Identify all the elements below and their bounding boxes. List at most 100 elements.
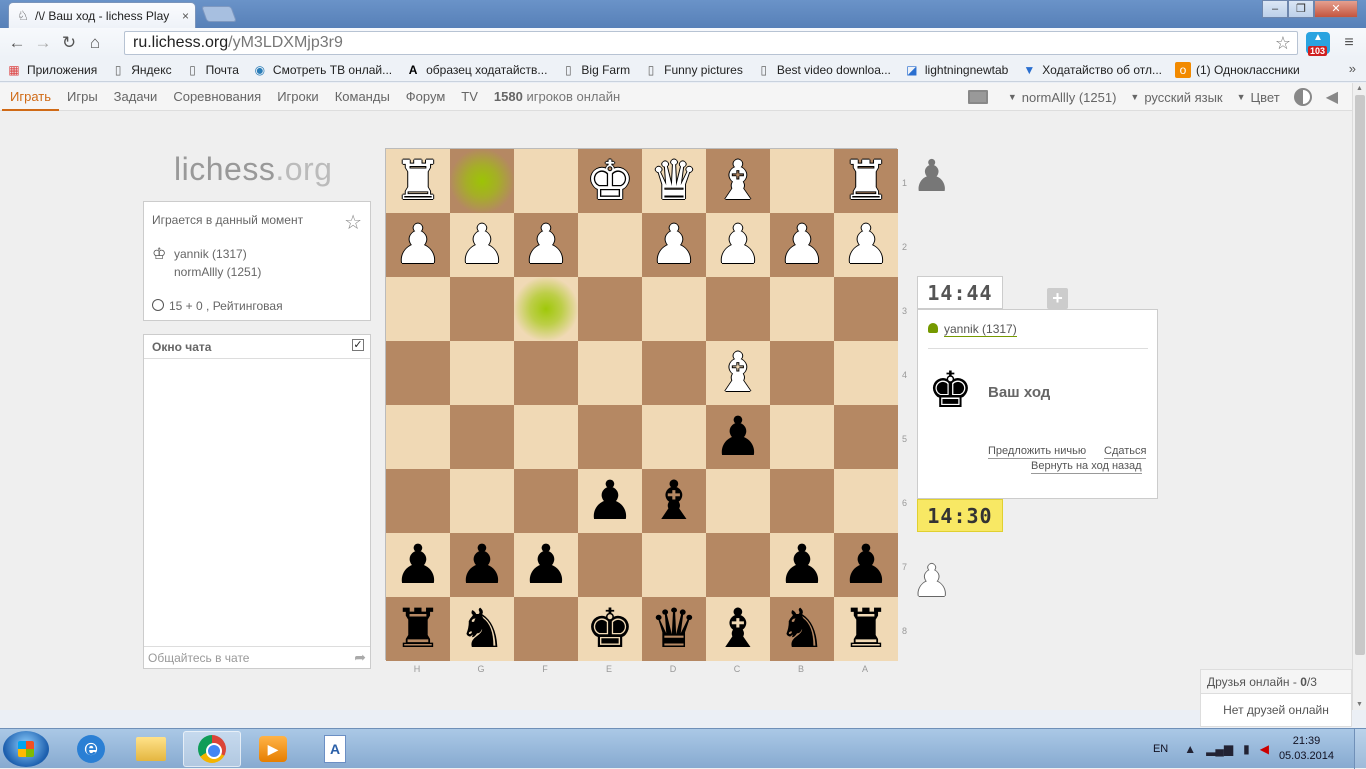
color-menu[interactable]: ▼ Цвет — [1237, 90, 1280, 105]
board-square[interactable] — [642, 341, 706, 405]
board-square[interactable] — [386, 341, 450, 405]
minimize-button[interactable]: – — [1262, 0, 1288, 18]
menu-icon[interactable]: ≡ — [1340, 34, 1358, 52]
board-square[interactable] — [578, 405, 642, 469]
chat-toggle-checkbox[interactable]: ✓ — [352, 339, 364, 351]
board-square[interactable] — [642, 533, 706, 597]
scroll-down-icon[interactable]: ▼ — [1356, 701, 1363, 708]
bookmark-mail[interactable]: ▯ Почта — [185, 62, 239, 78]
bookmark-tv[interactable]: ◉ Смотреть ТВ онлай... — [252, 62, 392, 78]
white-king-icon[interactable]: ♚ — [578, 149, 642, 213]
tray-arrow-icon[interactable]: ▲ — [1184, 742, 1196, 756]
volume-icon[interactable]: ◀ — [1260, 742, 1269, 756]
player-white[interactable]: yannik (1317) — [174, 247, 247, 261]
bookmark-yandex[interactable]: ▯ Яндекс — [110, 62, 172, 78]
white-pawn-icon[interactable]: ♟ — [834, 213, 898, 277]
board-square[interactable] — [834, 469, 898, 533]
white-pawn-icon[interactable]: ♟ — [706, 213, 770, 277]
black-knight-icon[interactable]: ♞ — [450, 597, 514, 661]
board-square[interactable] — [578, 213, 642, 277]
start-button[interactable] — [3, 731, 49, 767]
board-square[interactable] — [450, 277, 514, 341]
resign-link[interactable]: Сдаться — [1104, 445, 1147, 459]
board-square[interactable] — [450, 469, 514, 533]
white-pawn-icon[interactable]: ♟ — [514, 213, 578, 277]
scroll-up-icon[interactable]: ▲ — [1356, 85, 1363, 92]
board-square[interactable] — [450, 341, 514, 405]
black-pawn-icon[interactable]: ♟ — [514, 533, 578, 597]
page-scrollbar[interactable]: ▲ ▼ — [1352, 83, 1366, 710]
black-king-icon[interactable]: ♚ — [578, 597, 642, 661]
takeback-link[interactable]: Вернуть на ход назад — [1031, 460, 1142, 474]
board-square[interactable] — [770, 469, 834, 533]
power-icon[interactable]: ▮ — [1243, 742, 1250, 756]
bookmark-petition-2[interactable]: ▼ Ходатайство об отл... — [1021, 62, 1162, 78]
nav-puzzles[interactable]: Задачи — [106, 83, 166, 111]
show-desktop-button[interactable] — [1354, 729, 1366, 769]
black-pawn-icon[interactable]: ♟ — [834, 533, 898, 597]
tray-clock[interactable]: 21:39 05.03.2014 — [1279, 734, 1334, 764]
board-square[interactable] — [386, 277, 450, 341]
chat-input[interactable]: Общайтесь в чате — [144, 646, 370, 668]
board-square[interactable] — [706, 277, 770, 341]
bookmark-video-downloader[interactable]: ▯ Best video downloa... — [756, 62, 891, 78]
board-square[interactable] — [706, 469, 770, 533]
bookmark-lightningnewtab[interactable]: ◪ lightningnewtab — [904, 62, 1008, 78]
board-square[interactable] — [642, 405, 706, 469]
board-square[interactable] — [514, 341, 578, 405]
taskbar-wordpad[interactable]: A — [306, 731, 364, 767]
close-window-button[interactable]: ✕ — [1314, 0, 1358, 18]
nav-teams[interactable]: Команды — [327, 83, 398, 111]
site-logo[interactable]: lichess.org — [174, 151, 332, 188]
tab-close-icon[interactable]: × — [182, 9, 189, 23]
browser-tab[interactable]: ♘ /\/ Ваш ход - lichess Play × — [8, 2, 196, 28]
black-bishop-icon[interactable]: ♝ — [642, 469, 706, 533]
nav-games[interactable]: Игры — [59, 83, 106, 111]
board-square[interactable] — [386, 469, 450, 533]
white-pawn-icon[interactable]: ♟ — [450, 213, 514, 277]
black-pawn-icon[interactable]: ♟ — [770, 533, 834, 597]
board-square[interactable] — [514, 149, 578, 213]
white-queen-icon[interactable]: ♛ — [642, 149, 706, 213]
forward-arrow-icon[interactable]: → — [30, 30, 56, 56]
board-square[interactable] — [834, 405, 898, 469]
taskbar-media[interactable]: ▶ — [244, 731, 302, 767]
white-bishop-icon[interactable]: ♝ — [706, 341, 770, 405]
black-knight-icon[interactable]: ♞ — [770, 597, 834, 661]
taskbar-explorer[interactable] — [122, 731, 180, 767]
board-square[interactable] — [450, 405, 514, 469]
back-arrow-icon[interactable]: ← — [4, 30, 30, 56]
messages-button[interactable] — [967, 90, 988, 104]
white-rook-icon[interactable]: ♜ — [834, 149, 898, 213]
board-square[interactable] — [578, 277, 642, 341]
nav-tv[interactable]: TV — [453, 83, 486, 111]
nav-players[interactable]: Игроки — [269, 83, 327, 111]
friends-panel[interactable]: Друзья онлайн - 0/3 Нет друзей онлайн — [1200, 669, 1352, 727]
black-bishop-icon[interactable]: ♝ — [706, 597, 770, 661]
nav-forum[interactable]: Форум — [398, 83, 454, 111]
white-bishop-icon[interactable]: ♝ — [706, 149, 770, 213]
board-square[interactable] — [514, 405, 578, 469]
board-square[interactable] — [770, 341, 834, 405]
board-square[interactable] — [770, 277, 834, 341]
board-square[interactable] — [770, 405, 834, 469]
opponent-link[interactable]: yannik (1317) — [944, 322, 1017, 337]
taskbar-ie[interactable]: e — [62, 731, 120, 767]
black-pawn-icon[interactable]: ♟ — [386, 533, 450, 597]
board-square[interactable] — [578, 533, 642, 597]
bookmark-petition[interactable]: Aобразец ходатайств... — [405, 62, 548, 78]
board-square[interactable] — [706, 533, 770, 597]
chess-board[interactable]: ♜ ♚ ♛ ♝ ♜ ♟ ♟ ♟ ♟ ♟ ♟ ♟ ♝ ♟ ♟ ♝ ♟ ♟ ♟ ♟ ♟ ♜ ♞ ♚ ♛ ♝ ♞ ♜ — [385, 148, 898, 661]
board-square[interactable] — [642, 277, 706, 341]
white-pawn-icon[interactable]: ♟ — [770, 213, 834, 277]
maximize-button[interactable]: ❐ — [1288, 0, 1314, 18]
language-menu[interactable]: ▼ русский язык — [1130, 90, 1222, 105]
black-queen-icon[interactable]: ♛ — [642, 597, 706, 661]
bookmark-odnoklassniki[interactable]: o (1) Одноклассники — [1175, 61, 1300, 78]
bookmark-big-farm[interactable]: ▯ Big Farm — [560, 62, 630, 78]
theme-toggle[interactable] — [1293, 88, 1312, 106]
home-icon[interactable]: ⌂ — [82, 30, 108, 56]
address-bar[interactable]: ru.lichess.org/yM3LDXMjp3r9 ☆ — [124, 31, 1298, 55]
white-pawn-icon[interactable]: ♟ — [386, 213, 450, 277]
board-square[interactable] — [770, 149, 834, 213]
